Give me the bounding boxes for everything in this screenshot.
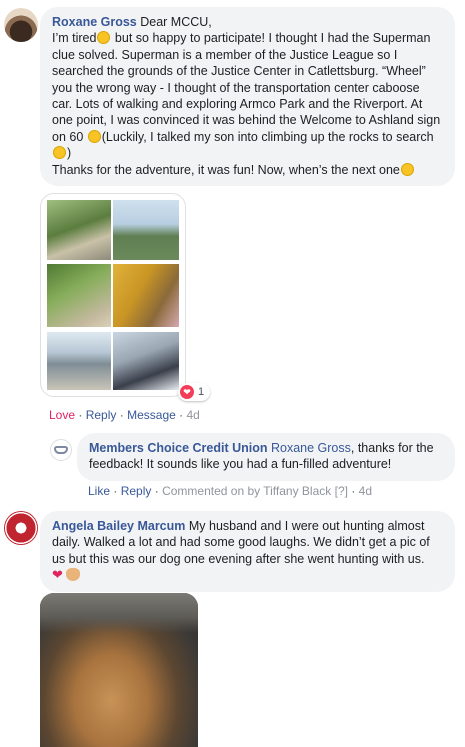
comment-text: ) — [67, 146, 72, 161]
comment-roxane-gross: Roxane Gross Dear MCCU, I’m tired but so… — [40, 7, 455, 187]
photo-building[interactable] — [47, 332, 111, 390]
photo-path-steps[interactable] — [47, 200, 111, 260]
message-button[interactable]: Message — [127, 408, 176, 422]
comment-actions: Love · Reply · Message · 4d — [49, 408, 200, 422]
reply-button[interactable]: Reply — [121, 484, 152, 498]
comment-angela-bailey-marcum: Angela Bailey Marcum My husband and I we… — [40, 511, 455, 592]
credit-union-logo-icon — [54, 446, 68, 454]
laughing-emoji-icon — [87, 129, 101, 143]
timestamp[interactable]: 4d — [359, 484, 372, 498]
love-button[interactable]: Love — [49, 408, 75, 422]
avatar-members-choice[interactable] — [50, 439, 72, 461]
photo-selfie[interactable] — [113, 332, 179, 390]
comment-text: I’m tired — [52, 31, 97, 46]
comment-text: but so happy to participate! I thought I… — [52, 31, 441, 144]
timestamp[interactable]: 4d — [186, 408, 199, 422]
comment-author[interactable]: Angela Bailey Marcum — [52, 519, 185, 533]
comment-text: Thanks for the adventure, it was fun! No… — [52, 162, 400, 177]
smile-emoji-icon — [400, 162, 414, 176]
like-button[interactable]: Like — [88, 484, 110, 498]
grimace-emoji-icon — [53, 146, 66, 160]
reply-author[interactable]: Members Choice Credit Union — [89, 441, 268, 455]
dog-face-emoji-icon — [66, 568, 81, 582]
help-icon[interactable]: [?] — [335, 484, 348, 498]
comment-text: Dear MCCU, — [136, 15, 212, 29]
photo-blanket — [40, 593, 198, 633]
comment-text: (Luckily, I talked my son into climbing … — [101, 129, 434, 144]
reaction-count: 1 — [198, 386, 205, 398]
mention-link[interactable]: Roxane Gross — [271, 441, 351, 455]
reaction-count-badge[interactable]: ❤ 1 — [178, 383, 211, 401]
comment-author[interactable]: Roxane Gross — [52, 15, 137, 29]
photo-dog[interactable] — [40, 593, 198, 747]
avatar-roxane-gross[interactable] — [4, 8, 38, 42]
commented-on-by: Commented on by Tiffany Black — [162, 484, 332, 498]
reply-actions: Like · Reply · Commented on by Tiffany B… — [88, 484, 373, 498]
red-heart-emoji-icon: ❤ — [52, 567, 63, 583]
avatar-angela-bailey-marcum[interactable] — [4, 511, 38, 545]
reply-button[interactable]: Reply — [86, 408, 117, 422]
reply-members-choice: Members Choice Credit Union Roxane Gross… — [77, 433, 455, 481]
love-reaction-icon: ❤ — [180, 385, 194, 399]
photo-riverfront[interactable] — [113, 200, 179, 260]
tired-laugh-emoji-icon — [97, 31, 111, 45]
photo-climbing-rocks[interactable] — [113, 264, 179, 327]
photo-trail[interactable] — [47, 264, 111, 327]
photo-collage[interactable] — [40, 193, 186, 397]
